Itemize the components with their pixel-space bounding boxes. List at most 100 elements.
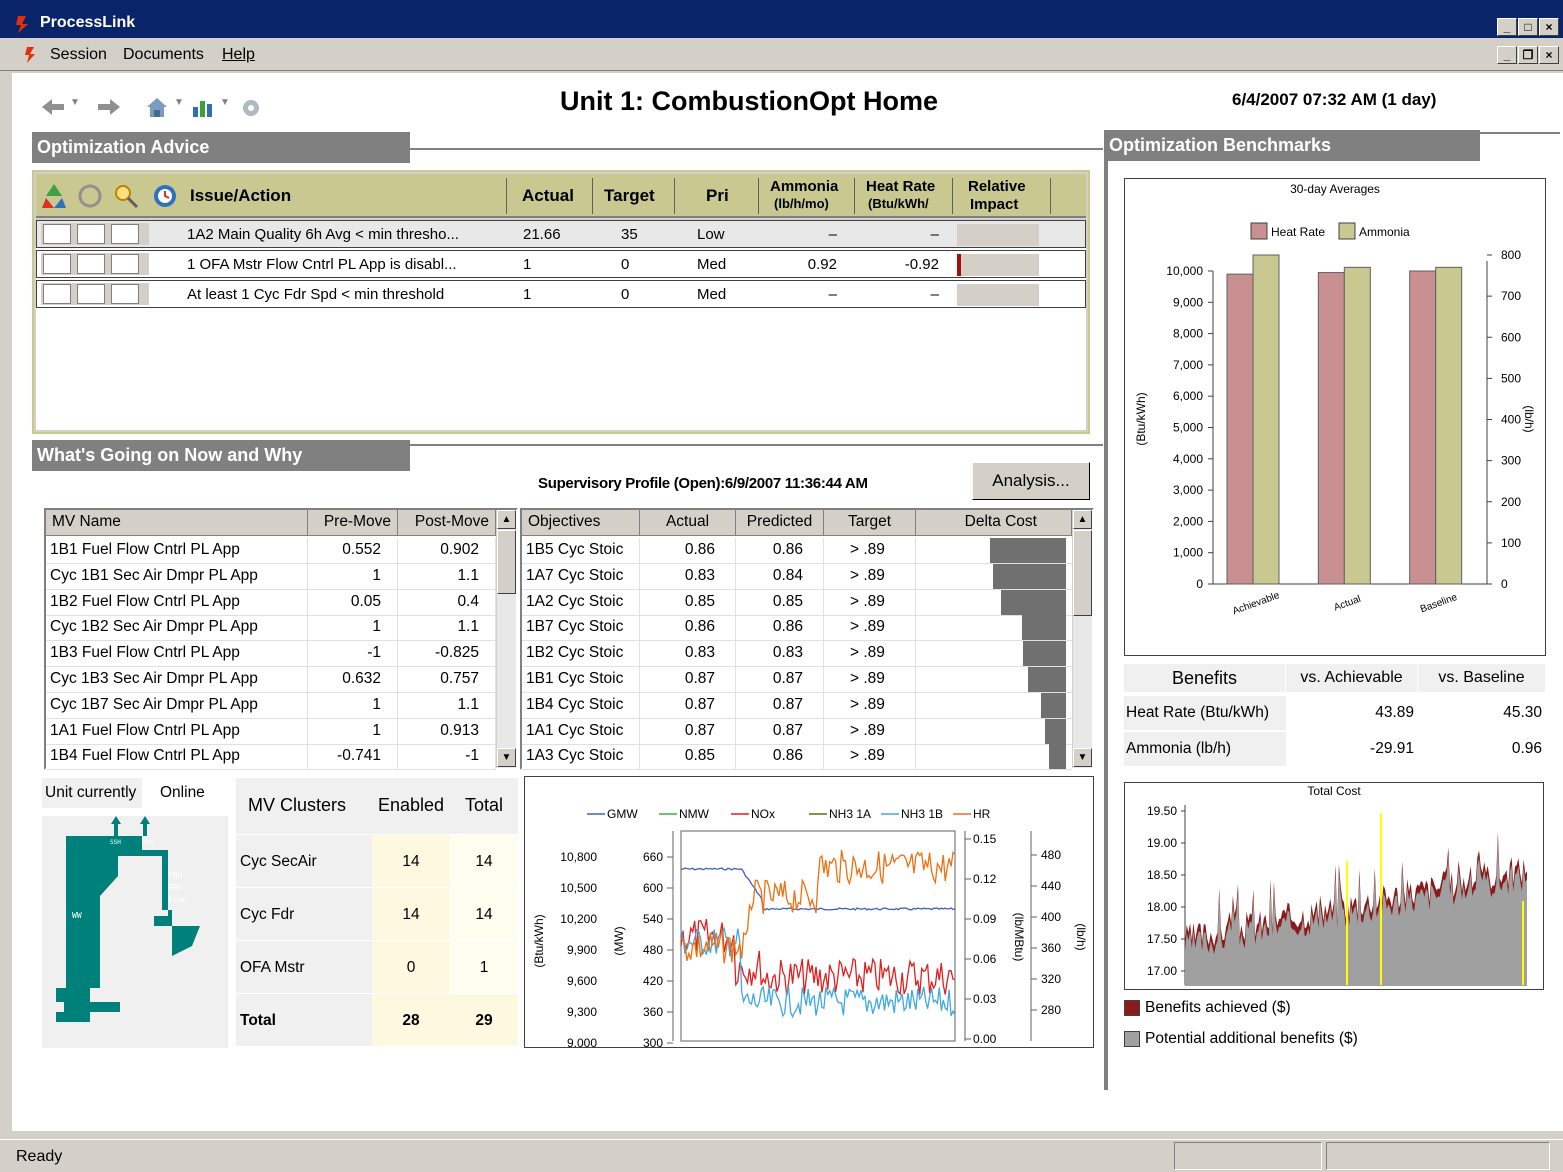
y2-tick-label: 600 [1501,330,1521,344]
menu-session[interactable]: Session [50,46,107,64]
objectives-col-header[interactable]: Predicted [736,510,824,536]
recycle-icon[interactable] [43,224,71,244]
notes-icon[interactable] [111,224,139,244]
right-axis-label: (lb/MBtu) [1012,913,1026,962]
col-heatrate[interactable]: Heat Rate [866,178,935,195]
col-actual[interactable]: Actual [522,186,574,206]
doc-restore-button[interactable]: ❐ [1518,46,1538,64]
objectives-table-body: 1B5 Cyc Stoic 0.86 0.86 > .89 1A7 Cyc Stoic 0… [522,538,1072,771]
home-dropdown-icon[interactable]: ▼ [174,97,184,108]
bar-ammonia [1252,254,1280,585]
chart-icon[interactable] [190,95,216,119]
mv-name-cell: Cyc 1B3 Sec Air Dmpr PL App [46,667,308,693]
mv-value-cell: 0.757 [398,667,496,693]
benchmark-bar-chart: 30-day Averages Heat Rate Ammonia 10,000 9,0… [1124,178,1546,656]
cluster-total-label: Total [236,993,372,1046]
col-heatrate-unit: (Btu/kWh/ [868,196,929,211]
chart-dropdown-icon[interactable]: ▼ [220,97,230,108]
col-pri[interactable]: Pri [706,186,729,206]
legend-potential-benefits-swatch [1124,1031,1140,1047]
recycle-icon[interactable] [43,284,71,304]
recycle-icon[interactable] [43,254,71,274]
objective-name-cell: 1A7 Cyc Stoic [522,563,640,590]
x-category-label: Achievable [1231,590,1281,617]
doc-close-button[interactable]: × [1539,46,1559,64]
clock-icon[interactable] [148,182,182,210]
y2-tick-label: 0 [1501,577,1508,591]
maximize-button[interactable]: □ [1518,18,1538,36]
col-impact[interactable]: Relative [968,178,1026,195]
stethoscope-icon[interactable] [77,284,105,304]
back-arrow-icon[interactable] [40,97,66,117]
trend-legend-label: GMW [607,807,638,821]
objective-name-cell: 1B5 Cyc Stoic [522,538,640,564]
objective-name-cell: 1B1 Cyc Stoic [522,667,640,693]
scroll-up-button[interactable]: ▲ [1073,510,1092,529]
mv-value-cell: 0.552 [308,538,398,564]
objectives-col-header[interactable]: Objectives [522,510,640,536]
mv-name-cell: 1B4 Fuel Flow Cntrl PL App [46,744,308,771]
stethoscope-icon[interactable] [77,254,105,274]
trend-legend-label: NOx [751,807,775,821]
cost-y-tick: 18.00 [1147,900,1177,914]
page-title: Unit 1: CombustionOpt Home [560,86,938,116]
scroll-thumb[interactable] [1073,530,1092,616]
delta-cost-bar [1041,692,1066,718]
objectives-col-header[interactable]: Actual [640,510,736,536]
scroll-down-button[interactable]: ▼ [497,748,516,767]
mv-scrollbar[interactable]: ▲ ▼ [496,510,516,768]
menu-help[interactable]: Help [222,46,255,64]
hrh-label: HRH [168,883,183,892]
total-cost-chart: Total Cost 19.50 19.00 18.50 18.00 17.50 17.00 [1124,782,1544,990]
datetime-range[interactable]: 6/4/2007 07:32 AM (1 day) [1232,90,1436,110]
objective-value-cell: 0.84 [736,563,824,590]
col-issue[interactable]: Issue/Action [190,186,291,206]
notes-icon[interactable] [111,284,139,304]
home-icon[interactable] [144,95,170,119]
mv-value-cell: 0.05 [308,589,398,616]
scroll-down-button[interactable]: ▼ [1073,748,1092,767]
mv-name-cell: 1A1 Fuel Flow Cntrl PL App [46,718,308,745]
close-button[interactable]: × [1539,18,1559,36]
cluster-value: 0 [372,940,450,993]
stethoscope-icon[interactable] [77,224,105,244]
advice-row[interactable]: At least 1 Cyc Fdr Spd < min threshold 1 0… [36,280,1086,308]
objective-value-cell: 0.85 [736,589,824,616]
scroll-thumb[interactable] [497,530,516,594]
analysis-button[interactable]: Analysis... [972,462,1090,500]
advice-row[interactable]: 1 OFA Mstr Flow Cntrl PL App is disabl..… [36,250,1086,278]
y2-tick-label: 700 [1501,289,1521,303]
settings-icon[interactable] [238,95,264,119]
objective-value-cell: > .89 [824,667,916,693]
magnifier-icon[interactable] [112,182,140,210]
relative-impact-bar [957,254,1039,276]
objectives-scrollbar[interactable]: ▲ ▼ [1072,510,1092,768]
notes-icon[interactable] [111,254,139,274]
objectives-col-header[interactable]: Delta Cost [916,510,1072,536]
objectives-col-header[interactable]: Target [824,510,916,536]
recycle-icon[interactable] [40,182,68,210]
mv-col-header[interactable]: Pre-Move [308,510,398,536]
col-target[interactable]: Target [604,186,655,206]
bar-heat-rate [1409,270,1437,585]
col-ammonia[interactable]: Ammonia [770,178,838,195]
mv-value-cell: -0.825 [398,641,496,668]
menu-documents[interactable]: Documents [123,46,204,64]
right-axis-tick: 400 [1041,910,1061,924]
forward-arrow-icon[interactable] [96,97,122,117]
mv-col-header[interactable]: Post-Move [398,510,496,536]
stethoscope-icon[interactable] [76,182,104,210]
advice-pri: Low [697,226,725,243]
trend-legend-label: NH3 1B [901,807,943,821]
scroll-up-button[interactable]: ▲ [497,510,516,529]
minimize-button[interactable]: _ [1497,18,1517,36]
doc-minimize-button[interactable]: _ [1497,46,1517,64]
advice-row[interactable]: 1A2 Main Quality 6h Avg < min thresho...… [36,220,1086,248]
advice-issue: 1A2 Main Quality 6h Avg < min thresho... [187,226,459,243]
cost-y-tick: 18.50 [1147,868,1177,882]
back-dropdown-icon[interactable]: ▼ [70,97,80,108]
row-action-icons [41,253,149,275]
mv-col-header[interactable]: MV Name [46,510,308,536]
objective-value-cell: 0.86 [736,615,824,642]
cluster-total-value: 28 [372,993,450,1046]
